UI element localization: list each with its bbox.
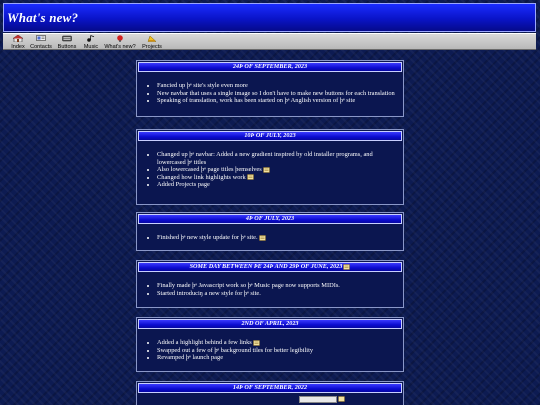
music-icon: [87, 35, 95, 42]
page-title: What's new?: [7, 10, 79, 25]
list-item-text: Finished þᵉ new style update for þᵉ site…: [157, 234, 258, 241]
list-item: Swapped out a few of þᵉ background tiles…: [157, 347, 397, 355]
entry-date-row: SOME DAY BETWEEN ÞE 24Þ AND 29Þ OF JUNE,…: [138, 262, 402, 272]
entry-cutoff-row: [137, 396, 403, 403]
nav-item-projects[interactable]: Projects: [138, 34, 166, 51]
nav-label: Music: [83, 44, 99, 50]
nav-item-buttons[interactable]: Buttons: [54, 34, 80, 51]
highlight-icon: [338, 396, 345, 402]
news-entry: 4Þ OF JULY, 2023 Finished þᵉ new style u…: [136, 212, 404, 251]
highlight-icon: [343, 263, 351, 270]
house-icon: [13, 35, 23, 42]
highlight-icon: [258, 234, 266, 241]
nav-label: Projects: [142, 44, 162, 50]
projects-icon: [147, 35, 157, 42]
list-item: Changed up þᵉ navbar: Added a new gradie…: [157, 151, 397, 166]
list-item: Started introduciŋ a new style for þᵉ si…: [157, 290, 397, 298]
list-item: Finished þᵉ new style update for þᵉ site…: [157, 234, 397, 242]
news-icon: [117, 35, 123, 42]
entry-date: 24Þ OF SEPTEMBER, 2023: [138, 62, 402, 72]
list-item: Also lowercased þᵉ page titles þemselves: [157, 166, 397, 174]
navbar: Index Contacts Buttons Music What's new?…: [3, 33, 536, 50]
news-entry: 14Þ OF SEPTEMBER, 2022: [136, 381, 404, 405]
contacts-icon: [36, 35, 46, 41]
buttons-icon: [62, 35, 72, 42]
entry-date: SOME DAY BETWEEN ÞE 24Þ AND 29Þ OF JUNE,…: [189, 263, 343, 270]
entry-date: 4Þ OF JULY, 2023: [138, 214, 402, 224]
news-entry: SOME DAY BETWEEN ÞE 24Þ AND 29Þ OF JUNE,…: [136, 260, 404, 308]
nav-label: Buttons: [57, 44, 77, 50]
entry-date: 10Þ OF JULY, 2023: [138, 131, 402, 141]
nav-label: Index: [11, 44, 25, 50]
news-entry: 10Þ OF JULY, 2023 Changed up þᵉ navbar: …: [136, 129, 404, 205]
list-item: Added a highlight behind a few links: [157, 339, 397, 347]
list-item: Fancied up þᵉ site's style even more: [157, 82, 397, 90]
list-item: Added Projects page: [157, 181, 397, 189]
entry-date: 14Þ OF SEPTEMBER, 2022: [138, 383, 402, 393]
list-item: Speaking of translation, work has been s…: [157, 97, 397, 105]
nav-label: What's new?: [104, 44, 136, 50]
title-bar: What's new?: [3, 3, 536, 32]
highlight-icon: [247, 174, 254, 181]
entry-date: 2ND OF APRIL, 2023: [138, 319, 402, 329]
list-item-text: Changed how link highlights work: [157, 173, 246, 181]
highlight-icon: [253, 339, 260, 346]
list-item: New navbar that uses a single image so I…: [157, 90, 397, 98]
nav-item-contacts[interactable]: Contacts: [28, 34, 54, 51]
nav-item-whats-new[interactable]: What's new?: [102, 34, 138, 51]
list-item-text: Also lowercased þᵉ page titles þemselves: [157, 166, 262, 174]
nav-item-music[interactable]: Music: [80, 34, 102, 51]
list-item-text: Added a highlight behind a few links: [157, 339, 252, 346]
inline-button-image: [299, 396, 337, 403]
news-entry: 24Þ OF SEPTEMBER, 2023 Fancied up þᵉ sit…: [136, 60, 404, 117]
list-item: Finally made þᵉ Javascript work so þᵉ Mu…: [157, 282, 397, 290]
nav-label: Contacts: [30, 44, 52, 50]
nav-item-index[interactable]: Index: [6, 34, 30, 51]
list-item: Changed how link highlights work: [157, 174, 397, 182]
list-item: Revamped þᵉ launch page: [157, 354, 397, 362]
news-entry: 2ND OF APRIL, 2023 Added a highlight beh…: [136, 317, 404, 372]
highlight-icon: [263, 166, 270, 173]
